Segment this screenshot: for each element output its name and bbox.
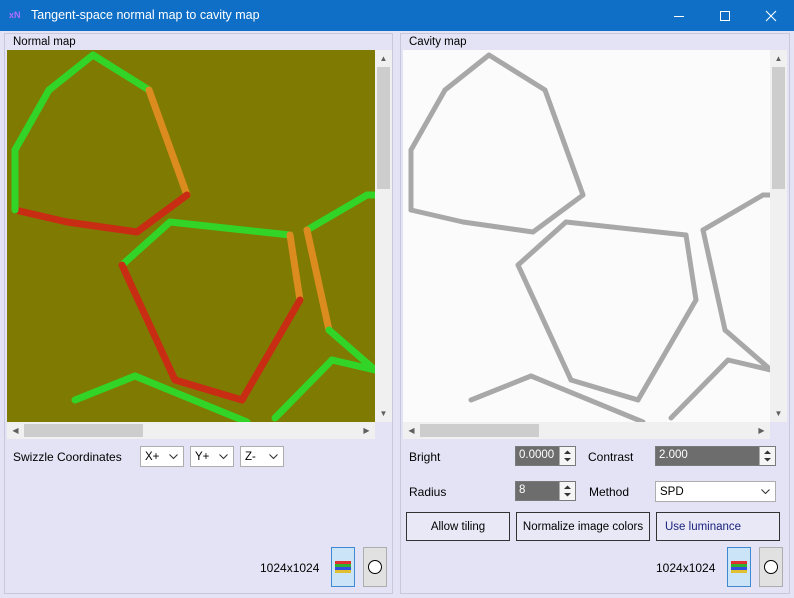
rgb-channels-icon <box>731 561 747 573</box>
swizzle-y-select[interactable]: Y+ <box>190 446 234 467</box>
scroll-down-icon[interactable]: ▼ <box>770 405 787 422</box>
normal-map-viewport[interactable] <box>7 50 375 422</box>
minimize-button[interactable] <box>656 0 702 31</box>
radius-label: Radius <box>409 485 447 499</box>
cavity-map-image <box>403 50 770 422</box>
maximize-button[interactable] <box>702 0 748 31</box>
scroll-up-icon[interactable]: ▲ <box>770 50 787 67</box>
scroll-right-icon[interactable]: ▶ <box>358 422 375 439</box>
minimize-icon <box>674 15 684 17</box>
rgb-channels-icon <box>335 561 351 573</box>
hscroll-thumb[interactable] <box>420 424 539 437</box>
chevron-down-icon <box>219 454 228 460</box>
chevron-down-icon <box>269 454 278 460</box>
radius-spinner[interactable]: 8 <box>515 481 576 501</box>
chevron-down-icon <box>761 489 770 495</box>
scroll-right-icon[interactable]: ▶ <box>753 422 770 439</box>
method-label: Method <box>589 485 630 499</box>
color-view-button[interactable] <box>727 547 751 587</box>
normalize-colors-button[interactable]: Normalize image colors <box>516 512 650 541</box>
bright-label: Bright <box>409 450 441 464</box>
bright-spinner[interactable]: 0.0000 <box>515 446 576 466</box>
spin-arrows-icon <box>564 450 571 462</box>
allow-tiling-button[interactable]: Allow tiling <box>406 512 510 541</box>
method-select[interactable]: SPD <box>655 481 776 502</box>
bright-spin-buttons[interactable] <box>559 447 575 465</box>
spin-arrows-icon <box>764 450 771 462</box>
radius-value[interactable]: 8 <box>516 482 560 500</box>
close-button[interactable] <box>748 0 794 31</box>
swizzle-x-select[interactable]: X+ <box>140 446 184 467</box>
window-title: Tangent-space normal map to cavity map <box>31 8 260 22</box>
normal-map-label: Normal map <box>13 36 76 48</box>
maximize-icon <box>720 10 730 21</box>
close-icon <box>765 10 777 21</box>
contrast-spinner[interactable]: 2.000 <box>655 446 776 466</box>
contrast-spin-buttons[interactable] <box>759 447 775 465</box>
alpha-view-button[interactable] <box>363 547 387 587</box>
swizzle-label: Swizzle Coordinates <box>13 450 122 464</box>
cavity-map-hscrollbar[interactable]: ◀ ▶ <box>403 422 770 439</box>
scroll-left-icon[interactable]: ◀ <box>403 422 420 439</box>
hscroll-thumb[interactable] <box>24 424 143 437</box>
swizzle-x-value: X+ <box>145 450 160 463</box>
method-value: SPD <box>660 485 684 498</box>
app-icon: xN <box>9 10 21 20</box>
contrast-value[interactable]: 2.000 <box>656 447 760 465</box>
chevron-down-icon <box>169 454 178 460</box>
scroll-left-icon[interactable]: ◀ <box>7 422 24 439</box>
use-luminance-button[interactable]: Use luminance <box>656 512 780 541</box>
scroll-down-icon[interactable]: ▼ <box>375 405 392 422</box>
scroll-up-icon[interactable]: ▲ <box>375 50 392 67</box>
normal-map-hscrollbar[interactable]: ◀ ▶ <box>7 422 375 439</box>
bright-value[interactable]: 0.0000 <box>516 447 560 465</box>
swizzle-y-value: Y+ <box>195 450 210 463</box>
cavity-map-vscrollbar[interactable]: ▲ ▼ <box>770 50 787 422</box>
contrast-label: Contrast <box>588 450 634 464</box>
title-bar: xN Tangent-space normal map to cavity ma… <box>0 0 794 31</box>
swizzle-z-select[interactable]: Z- <box>240 446 284 467</box>
alpha-view-button[interactable] <box>759 547 783 587</box>
normal-map-vscrollbar[interactable]: ▲ ▼ <box>375 50 392 422</box>
spin-arrows-icon <box>564 485 571 497</box>
cavity-map-size: 1024x1024 <box>656 561 716 575</box>
color-view-button[interactable] <box>331 547 355 587</box>
normal-map-size: 1024x1024 <box>260 561 320 575</box>
circle-icon <box>368 560 382 574</box>
cavity-map-viewport[interactable] <box>403 50 770 422</box>
circle-icon <box>764 560 778 574</box>
swizzle-z-value: Z- <box>245 450 256 463</box>
vscroll-thumb[interactable] <box>377 67 390 189</box>
vscroll-thumb[interactable] <box>772 67 785 189</box>
cavity-map-label: Cavity map <box>409 36 467 48</box>
radius-spin-buttons[interactable] <box>559 482 575 500</box>
normal-map-image <box>7 50 375 422</box>
